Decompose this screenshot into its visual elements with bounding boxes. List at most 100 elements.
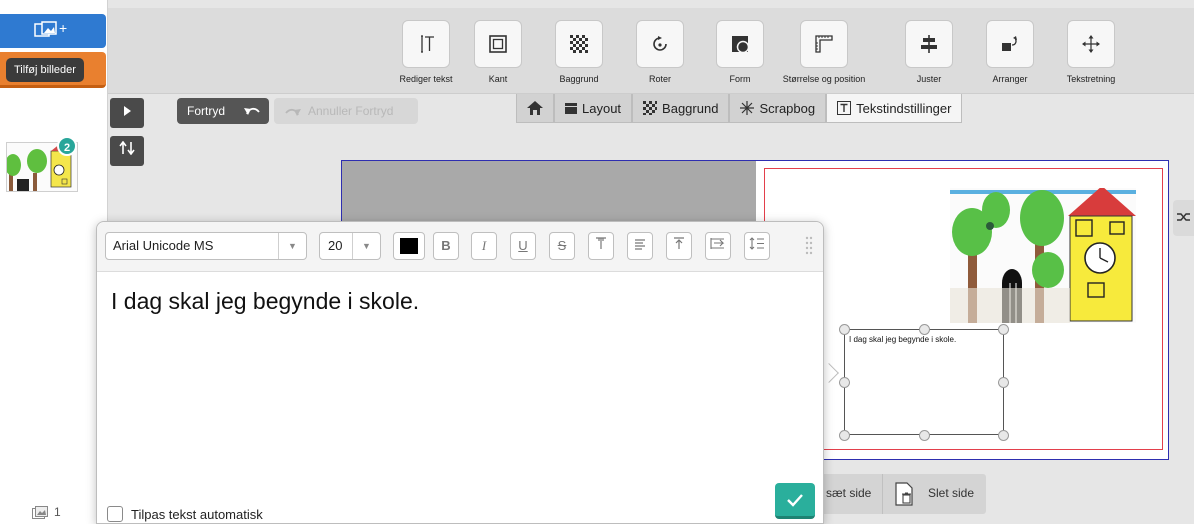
resize-handle-top[interactable]: [919, 324, 930, 335]
image-icon: [32, 506, 48, 520]
tab-text-settings-label: Tekstindstillinger: [856, 100, 952, 116]
background-tool[interactable]: Baggrund: [539, 20, 619, 84]
background-pattern-icon: [643, 101, 658, 115]
bold-icon: B: [441, 238, 451, 253]
tab-background-label: Baggrund: [662, 100, 719, 116]
text-style-icon: [596, 237, 606, 249]
resize-handle-top-left[interactable]: [839, 324, 850, 335]
text-direction-tool[interactable]: Tekstretning: [1051, 20, 1131, 84]
tab-text-settings[interactable]: Tekstindstillinger: [826, 94, 963, 123]
page-text-box-content: I dag skal jeg begynde i skole.: [849, 335, 957, 344]
rotate-label: Roter: [648, 74, 671, 84]
resize-handle-left[interactable]: [839, 377, 850, 388]
text-direction-label: Tekstretning: [1066, 74, 1116, 84]
child-drawing-image[interactable]: [950, 188, 1136, 323]
undo-label: Fortryd: [187, 104, 226, 118]
text-wrap-icon: [710, 238, 725, 249]
text-color-swatch: [400, 238, 418, 254]
border-button[interactable]: [474, 20, 522, 68]
edit-text-label: Rediger tekst: [399, 74, 453, 84]
align-left-button[interactable]: [627, 232, 653, 260]
text-style-button[interactable]: [588, 232, 614, 260]
strikethrough-button[interactable]: S: [549, 232, 575, 260]
align-label: Juster: [916, 74, 942, 84]
resize-handle-top-right[interactable]: [998, 324, 1009, 335]
autofit-checkbox-row[interactable]: Tilpas tekst automatisk: [107, 506, 263, 522]
home-icon: [527, 101, 543, 115]
background-button[interactable]: [555, 20, 603, 68]
text-format-toolbar: Arial Unicode MS ▼ 20 ▼ B I U S: [97, 222, 823, 272]
expand-panel-button[interactable]: [110, 98, 144, 128]
underline-button[interactable]: U: [510, 232, 536, 260]
arrange-label: Arranger: [992, 74, 1028, 84]
photos-icon: [34, 21, 57, 37]
line-spacing-button[interactable]: [744, 232, 770, 260]
shuffle-button[interactable]: [1173, 200, 1194, 236]
edit-text-button[interactable]: [402, 20, 450, 68]
redo-button[interactable]: Annuller Fortryd: [274, 98, 418, 124]
align-tool[interactable]: Juster: [889, 20, 969, 84]
edit-text-tool[interactable]: Rediger tekst: [386, 20, 466, 84]
text-color-button[interactable]: [393, 232, 425, 260]
italic-icon: I: [481, 238, 487, 253]
size-position-tool[interactable]: Størrelse og position: [782, 20, 866, 84]
text-direction-button[interactable]: [1067, 20, 1115, 68]
vertical-align-top-icon: [674, 237, 684, 249]
tab-layout[interactable]: Layout: [554, 94, 633, 123]
tab-home[interactable]: [516, 94, 554, 123]
page-text-box[interactable]: I dag skal jeg begynde i skole.: [844, 329, 1004, 435]
editor-text-area[interactable]: I dag skal jeg begynde i skole.: [111, 288, 419, 315]
tab-background[interactable]: Baggrund: [632, 94, 730, 123]
page-actions-bar: sæt side Slet side: [818, 474, 986, 514]
resize-handle-bottom-right[interactable]: [998, 430, 1009, 441]
shape-tool[interactable]: Form: [700, 20, 780, 84]
autofit-checkbox[interactable]: [107, 506, 123, 522]
add-photos-button[interactable]: +: [0, 14, 106, 48]
background-icon: [570, 35, 588, 53]
sort-pages-button[interactable]: [110, 136, 144, 166]
tab-bar: Layout Baggrund Scrapbog Tekstindstillin…: [516, 94, 963, 123]
arrange-tool[interactable]: Arranger: [970, 20, 1050, 84]
size-position-button[interactable]: [800, 20, 848, 68]
text-wrap-button[interactable]: [705, 232, 731, 260]
undo-button[interactable]: Fortryd: [177, 98, 269, 124]
bold-button[interactable]: B: [433, 232, 459, 260]
rotate-button[interactable]: [636, 20, 684, 68]
shape-button[interactable]: [716, 20, 764, 68]
delete-page-label: Slet side: [928, 486, 975, 500]
sort-arrows-icon: [119, 140, 135, 156]
top-toolbar: Rediger tekst Kant Baggrund Roter Form S…: [108, 8, 1194, 94]
left-sidebar: + Tilføj billeder 2 1: [0, 0, 108, 524]
font-size-value: 20: [328, 238, 343, 253]
image-count[interactable]: 1: [32, 505, 61, 520]
autofit-label: Tilpas tekst automatisk: [131, 506, 263, 522]
insert-page-button[interactable]: sæt side: [826, 486, 871, 500]
strikethrough-icon: S: [557, 238, 567, 253]
resize-handle-bottom-left[interactable]: [839, 430, 850, 441]
font-family-select[interactable]: Arial Unicode MS ▼: [105, 232, 307, 260]
tab-scrapbook[interactable]: Scrapbog: [729, 94, 827, 123]
font-size-select[interactable]: 20 ▼: [319, 232, 381, 260]
italic-button[interactable]: I: [471, 232, 497, 260]
add-photos-tooltip-bar: Tilføj billeder: [0, 52, 106, 88]
resize-handle-right[interactable]: [998, 377, 1009, 388]
border-tool[interactable]: Kant: [458, 20, 538, 84]
align-icon: [921, 35, 937, 53]
vertical-align-top-button[interactable]: [666, 232, 692, 260]
add-photos-tooltip: Tilføj billeder: [6, 58, 84, 82]
border-label: Kant: [488, 74, 508, 84]
background-label: Baggrund: [559, 74, 599, 84]
confirm-button[interactable]: [775, 483, 815, 519]
layout-icon: [565, 102, 577, 114]
arrange-button[interactable]: [986, 20, 1034, 68]
image-count-value: 1: [54, 505, 61, 519]
align-button[interactable]: [905, 20, 953, 68]
delete-page-button[interactable]: Slet side: [882, 474, 986, 514]
undo-icon: [244, 107, 260, 115]
drawing-artwork: [950, 188, 1136, 323]
resize-handle-bottom[interactable]: [919, 430, 930, 441]
drag-handle-icon[interactable]: [805, 236, 813, 257]
rotate-tool[interactable]: Roter: [620, 20, 700, 84]
play-icon: [124, 106, 131, 116]
thumbnail-count-badge: 2: [57, 136, 77, 156]
